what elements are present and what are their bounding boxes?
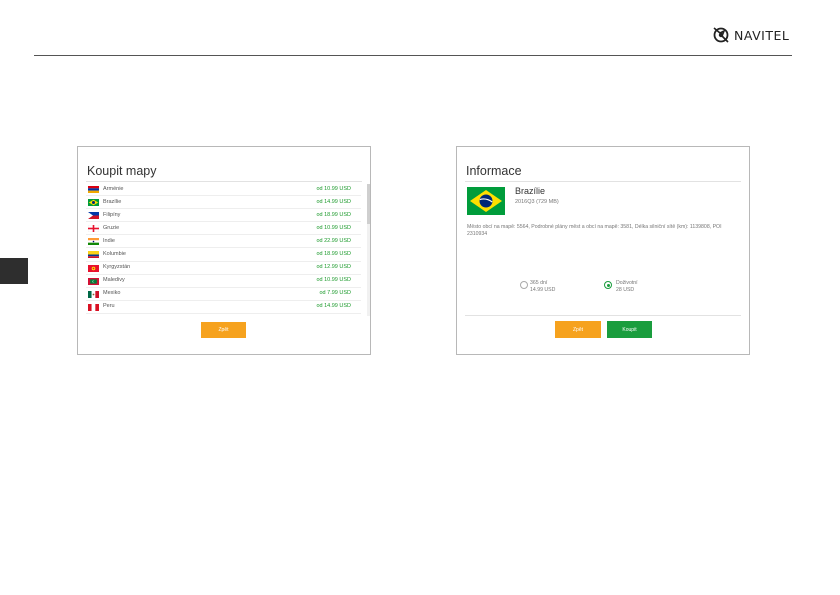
country-name: Kolumbie: [103, 250, 126, 257]
option-duration: Doživotní: [616, 280, 638, 286]
country-name: Maledivy: [103, 277, 125, 284]
header-divider: [34, 55, 792, 56]
list-item[interactable]: Kolumbie od 18.99 USD: [86, 248, 361, 262]
armenia-flag-icon: [88, 186, 99, 193]
map-price: od 10.99 USD: [316, 277, 351, 284]
country-name: Mexiko: [103, 290, 121, 297]
map-price: od 14.99 USD: [316, 198, 351, 205]
option-lifetime[interactable]: Doživotní 28 USD: [616, 280, 638, 294]
navitel-logo: NAVITEL: [711, 25, 789, 45]
country-name: Peru: [103, 303, 115, 310]
map-price: od 18.99 USD: [316, 211, 351, 218]
list-item[interactable]: Mexiko od 7.99 USD: [86, 288, 361, 301]
map-price: od 18.99 USD: [316, 250, 351, 257]
list-scrollbar[interactable]: [367, 184, 370, 316]
philippines-flag-icon: [88, 212, 99, 220]
map-price: od 12.99 USD: [316, 264, 351, 271]
map-list: Arménie od 10.99 USD Brazílie od 14.99 U…: [86, 183, 361, 315]
country-name: Indie: [103, 237, 115, 244]
kyrgyzstan-flag-icon: [88, 264, 99, 272]
georgia-flag-icon: [88, 225, 99, 233]
brazil-flag-icon: [88, 199, 99, 207]
brazil-flag-icon: [467, 187, 505, 215]
map-version-size: 2016Q3 (729 MB): [515, 199, 559, 205]
scrollbar-thumb[interactable]: [367, 184, 370, 224]
map-description: Město obcí na mapě: 5564, Podrobné plány…: [467, 224, 722, 237]
radio-lifetime[interactable]: [604, 281, 612, 289]
title-divider: [86, 181, 362, 182]
list-item[interactable]: Peru od 14.99 USD: [86, 301, 361, 314]
maldives-flag-icon: [88, 277, 99, 285]
navitel-logo-icon: [713, 27, 729, 43]
country-name: Brazílie: [103, 198, 122, 205]
option-duration: 365 dní: [530, 280, 548, 286]
title-divider: [465, 181, 741, 182]
india-flag-icon: [88, 238, 99, 246]
colombia-flag-icon: [88, 251, 99, 259]
country-name: Filipíny: [103, 211, 121, 218]
back-button[interactable]: Zpět: [201, 322, 246, 338]
country-name: Gruzie: [103, 224, 120, 231]
list-item[interactable]: Brazílie od 14.99 USD: [86, 196, 361, 210]
option-365-days[interactable]: 365 dní 14.99 USD: [530, 280, 555, 294]
footer-divider: [465, 315, 741, 316]
map-price: od 10.99 USD: [316, 185, 351, 192]
country-name: Kyrgyzstán: [103, 264, 131, 271]
option-price: 14.99 USD: [530, 287, 556, 293]
map-price: od 22.99 USD: [316, 237, 351, 244]
map-price: od 14.99 USD: [316, 303, 351, 310]
panel-title: Informace: [466, 164, 522, 178]
peru-flag-icon: [88, 303, 99, 311]
panel-title: Koupit mapy: [87, 164, 157, 178]
list-item[interactable]: Filipíny od 18.99 USD: [86, 209, 361, 223]
list-item[interactable]: Gruzie od 10.99 USD: [86, 222, 361, 236]
map-price: od 10.99 USD: [316, 224, 351, 231]
map-name: Brazílie: [515, 186, 546, 196]
list-item[interactable]: Indie od 22.99 USD: [86, 235, 361, 249]
map-info-panel: Informace Brazílie 2016Q3 (729 MB) Město…: [456, 146, 750, 355]
brand-name: NAVITEL: [734, 27, 790, 43]
map-price: od 7.99 USD: [319, 290, 352, 297]
buy-button[interactable]: Koupit: [607, 321, 652, 338]
list-item[interactable]: Maledivy od 10.99 USD: [86, 275, 361, 288]
radio-365-days[interactable]: [520, 281, 528, 289]
option-price: 28 USD: [616, 287, 635, 293]
back-button[interactable]: Zpět: [555, 321, 601, 338]
list-item[interactable]: Arménie od 10.99 USD: [86, 183, 361, 197]
buy-maps-panel: Koupit mapy Arménie od 10.99 USD Brazíli…: [77, 146, 371, 355]
country-name: Arménie: [103, 185, 124, 192]
list-item[interactable]: Kyrgyzstán od 12.99 USD: [86, 262, 361, 275]
side-section-tab: [0, 258, 28, 284]
mexico-flag-icon: [88, 290, 99, 298]
